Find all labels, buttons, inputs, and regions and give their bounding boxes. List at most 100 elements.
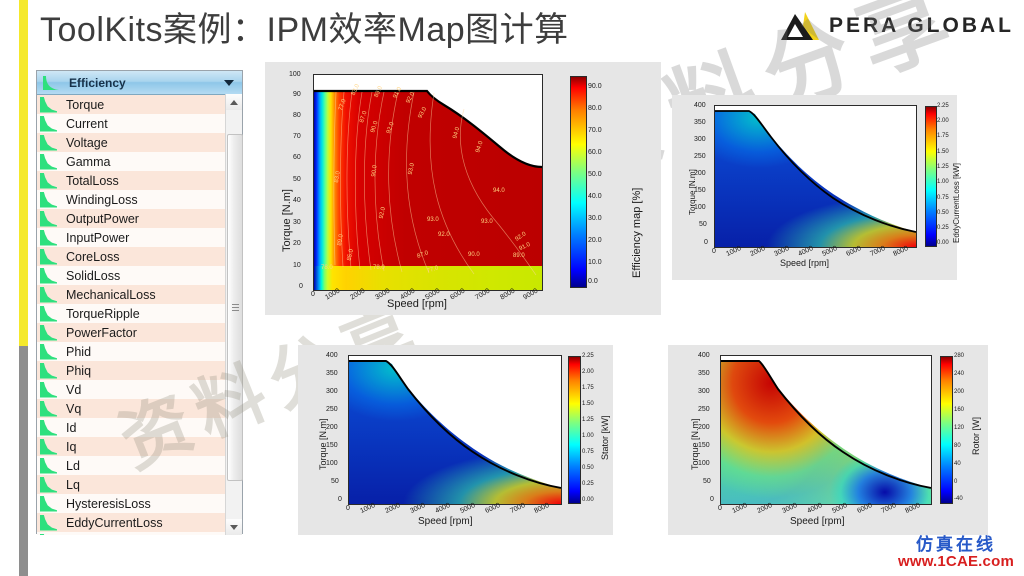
variable-list-item[interactable]: Iq <box>37 437 242 456</box>
page-title: ToolKits案例：IPM效率Map图计算 <box>40 11 569 49</box>
curve-icon <box>38 324 60 342</box>
variable-list-item-label: ExcessLoss <box>66 535 133 536</box>
variable-list[interactable]: Torque Current Voltage Gamma TotalLoss Windin… <box>37 95 242 535</box>
rotor-loss-map-panel: 400 350 300 250 200 150 100 50 0 0 1000 … <box>668 345 988 535</box>
efficiency-x-axis-label: Speed [rpm] <box>387 298 447 310</box>
curve-icon <box>38 248 60 266</box>
variable-list-item-label: MechanicalLoss <box>66 287 156 302</box>
variable-list-item[interactable]: Ld <box>37 456 242 475</box>
variable-list-panel: Efficiency Torque Current Voltage Gamma Tota… <box>36 70 243 535</box>
variable-list-item[interactable]: Current <box>37 114 242 133</box>
variable-list-item-label: TorqueRipple <box>66 306 140 321</box>
curve-icon <box>38 286 60 304</box>
variable-list-item[interactable]: HysteresisLoss <box>37 494 242 513</box>
variable-list-item[interactable]: CoreLoss <box>37 247 242 266</box>
curve-icon <box>38 134 60 152</box>
accent-bar-gray <box>19 346 28 576</box>
stator-loss-map-panel: 400 350 300 250 200 150 100 50 0 0 1000 … <box>298 345 613 535</box>
curve-icon <box>38 267 60 285</box>
scroll-down-icon[interactable] <box>226 519 242 535</box>
curve-icon <box>38 191 60 209</box>
curve-icon <box>38 343 60 361</box>
scroll-up-icon[interactable] <box>226 94 242 110</box>
stator-colorbar-label: Stator [kW] <box>600 415 610 460</box>
stator-colorbar <box>568 356 581 504</box>
variable-list-item[interactable]: SolidLoss <box>37 266 242 285</box>
curve-icon <box>38 476 60 494</box>
variable-list-item[interactable]: Id <box>37 418 242 437</box>
rotor-colorbar <box>940 356 953 504</box>
variable-list-item-label: EddyCurrentLoss <box>66 515 163 530</box>
variable-list-item-label: Vd <box>66 382 82 397</box>
stator-envelope <box>349 356 561 489</box>
variable-list-item[interactable]: OutputPower <box>37 209 242 228</box>
curve-icon <box>38 172 60 190</box>
variable-list-item-label: Gamma <box>66 154 111 169</box>
footer-cn-text: 仿真在线 <box>915 535 996 555</box>
variable-list-item[interactable]: PowerFactor <box>37 323 242 342</box>
curve-icon <box>38 419 60 437</box>
rotor-x-axis-label: Speed [rpm] <box>790 516 845 527</box>
variable-list-item-label: Phid <box>66 344 92 359</box>
efficiency-dropdown[interactable]: Efficiency <box>37 71 242 95</box>
curve-icon <box>38 381 60 399</box>
curve-icon <box>38 305 60 323</box>
variable-list-item[interactable]: Torque <box>37 95 242 114</box>
variable-list-item[interactable]: TotalLoss <box>37 171 242 190</box>
curve-icon <box>38 514 60 532</box>
eddycurrentloss-colorbar <box>925 106 937 247</box>
curve-icon <box>38 362 60 380</box>
curve-icon <box>38 438 60 456</box>
eddycurrentloss-x-axis-label: Speed [rpm] <box>780 258 830 268</box>
rotor-colorbar-label: Rotor [W] <box>971 416 981 455</box>
efficiency-colorbar-label: Efficiency map [%] <box>631 187 643 278</box>
variable-list-item-label: Lq <box>66 477 80 492</box>
variable-list-item[interactable]: InputPower <box>37 228 242 247</box>
variable-list-item[interactable]: WindingLoss <box>37 190 242 209</box>
variable-list-item-label: TotalLoss <box>66 173 119 188</box>
variable-list-item[interactable]: Phid <box>37 342 242 361</box>
variable-list-item[interactable]: Phiq <box>37 361 242 380</box>
stator-y-axis-label: Torque [N.m] <box>318 418 328 470</box>
variable-list-item[interactable]: ExcessLoss <box>37 532 242 535</box>
stator-x-axis-label: Speed [rpm] <box>418 516 473 527</box>
variable-list-item-label: InputPower <box>66 230 130 245</box>
variable-list-item[interactable]: MechanicalLoss <box>37 285 242 304</box>
variable-list-item[interactable]: Voltage <box>37 133 242 152</box>
curve-icon <box>38 153 60 171</box>
eddycurrentloss-colorbar-label: EddyCurrentLoss [kW] <box>952 162 961 243</box>
efficiency-colorbar <box>570 76 587 288</box>
curve-icon <box>38 533 60 535</box>
variable-list-item[interactable]: TorqueRipple <box>37 304 242 323</box>
rotor-envelope <box>721 356 931 489</box>
accent-bar-yellow <box>19 0 28 346</box>
variable-list-item-label: OutputPower <box>66 211 139 226</box>
variable-list-item[interactable]: Vq <box>37 399 242 418</box>
variable-list-item[interactable]: Lq <box>37 475 242 494</box>
efficiency-y-axis-label: Torque [N.m] <box>281 189 293 252</box>
sidebar-scrollbar[interactable] <box>225 94 243 535</box>
variable-list-item-label: Torque <box>66 97 105 112</box>
variable-list-item-label: Voltage <box>66 135 108 150</box>
variable-list-item-label: Current <box>66 116 108 131</box>
eddycurrentloss-map-panel: 400 350 300 250 200 150 100 50 0 0 1000 … <box>672 95 961 280</box>
rotor-loss-plot <box>720 355 932 505</box>
variable-list-item-label: WindingLoss <box>66 192 138 207</box>
efficiency-dropdown-label: Efficiency <box>69 75 126 90</box>
eddycurrentloss-plot <box>714 105 917 248</box>
chevron-down-icon[interactable] <box>224 80 234 86</box>
curve-icon <box>38 96 60 114</box>
curve-icon <box>38 115 60 133</box>
variable-list-item[interactable]: Vd <box>37 380 242 399</box>
curve-icon <box>41 75 61 91</box>
efficiency-map-panel: 100 90 80 70 60 50 40 30 20 10 0 0 1000 … <box>265 62 661 315</box>
variable-list-item-label: PowerFactor <box>66 325 137 340</box>
variable-list-item[interactable]: Gamma <box>37 152 242 171</box>
brand-logo: PERA GLOBAL <box>780 10 1014 42</box>
variable-list-item-label: HysteresisLoss <box>66 496 151 511</box>
footer-url[interactable]: www.1CAE.com <box>898 554 1014 570</box>
scroll-thumb[interactable] <box>227 134 243 481</box>
variable-list-item-label: Phiq <box>66 363 92 378</box>
variable-list-item-label: Iq <box>66 439 77 454</box>
variable-list-item[interactable]: EddyCurrentLoss <box>37 513 242 532</box>
